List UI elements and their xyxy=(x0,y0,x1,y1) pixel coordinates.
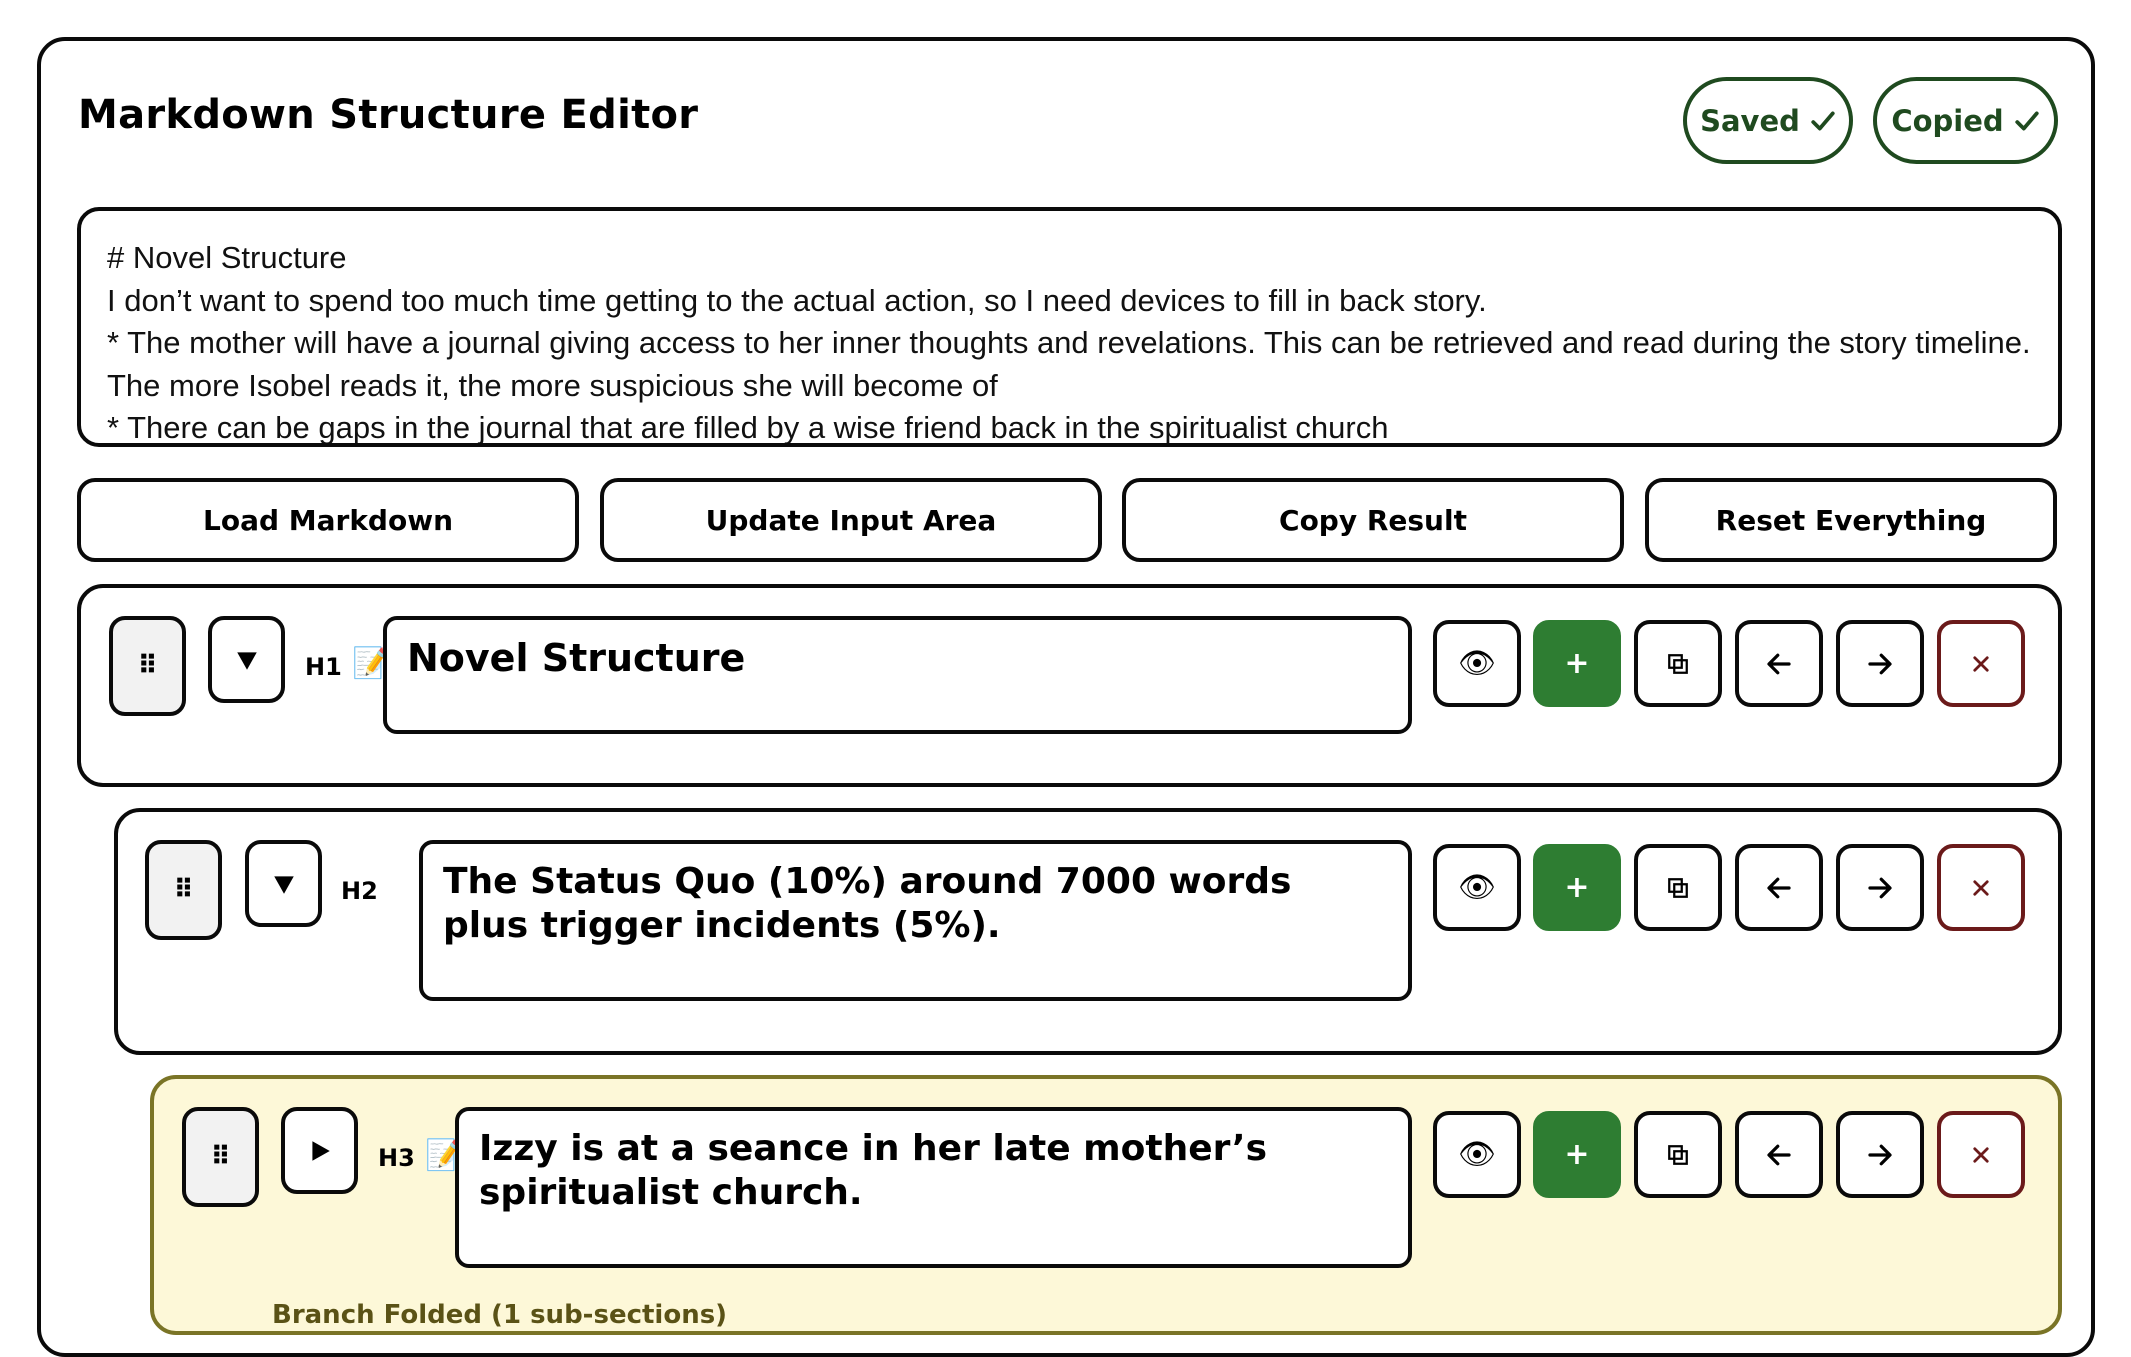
collapse-toggle[interactable] xyxy=(208,616,285,703)
load-markdown-button[interactable]: Load Markdown xyxy=(77,478,579,562)
indent-button[interactable] xyxy=(1836,844,1924,931)
plus-icon: + xyxy=(1564,646,1590,681)
check-icon xyxy=(1811,111,1835,130)
reset-everything-button[interactable]: Reset Everything xyxy=(1645,478,2057,562)
arrow-right-icon xyxy=(1868,1144,1892,1165)
outdent-button[interactable] xyxy=(1735,1111,1823,1198)
duplicate-icon xyxy=(1668,653,1688,674)
duplicate-button[interactable] xyxy=(1634,620,1722,707)
delete-button[interactable] xyxy=(1937,620,2025,707)
copied-label: Copied xyxy=(1891,103,2004,138)
preview-button[interactable]: 👁 xyxy=(1433,620,1521,707)
duplicate-icon xyxy=(1668,1144,1688,1165)
indent-button[interactable] xyxy=(1836,1111,1924,1198)
add-section-button[interactable]: + xyxy=(1533,1111,1621,1198)
saved-label: Saved xyxy=(1700,103,1800,138)
saved-badge: Saved xyxy=(1683,77,1853,164)
close-icon xyxy=(1973,879,1989,896)
markdown-input[interactable]: # Novel Structure I don’t want to spend t… xyxy=(77,207,2062,447)
input-line: # Novel Structure xyxy=(107,240,347,275)
add-section-button[interactable]: + xyxy=(1533,620,1621,707)
input-line: * There can be gaps in the journal that … xyxy=(107,410,1389,445)
input-line: * The mother will have a journal giving … xyxy=(107,325,2039,403)
add-section-button[interactable]: + xyxy=(1533,844,1621,931)
drag-handle-icon[interactable]: ⠿ xyxy=(145,840,222,940)
arrow-left-icon xyxy=(1767,877,1791,898)
indent-button[interactable] xyxy=(1836,620,1924,707)
close-icon xyxy=(1973,1146,1989,1163)
drag-handle-icon[interactable]: ⠿ xyxy=(182,1107,259,1207)
delete-button[interactable] xyxy=(1937,844,2025,931)
heading-level: H3 xyxy=(378,1144,415,1172)
triangle-right-icon xyxy=(311,1140,330,1161)
heading-input[interactable]: Izzy is at a seance in her late mother’s… xyxy=(455,1107,1412,1268)
heading-level: H1 xyxy=(305,653,342,681)
arrow-right-icon xyxy=(1868,653,1892,674)
arrow-left-icon xyxy=(1767,1144,1791,1165)
eye-icon: 👁 xyxy=(1457,1137,1497,1172)
plus-icon: + xyxy=(1564,1137,1590,1172)
outdent-button[interactable] xyxy=(1735,844,1823,931)
heading-input[interactable]: Novel Structure xyxy=(383,616,1412,734)
arrow-right-icon xyxy=(1868,877,1892,898)
input-line: I don’t want to spend too much time gett… xyxy=(107,282,1487,318)
expand-toggle[interactable] xyxy=(281,1107,358,1194)
copied-badge: Copied xyxy=(1873,77,2058,164)
folded-indicator: Branch Folded (1 sub-sections) xyxy=(272,1300,728,1330)
eye-icon: 👁 xyxy=(1457,870,1497,905)
duplicate-button[interactable] xyxy=(1634,1111,1722,1198)
page-title: Markdown Structure Editor xyxy=(78,92,699,138)
triangle-down-icon xyxy=(236,651,257,670)
arrow-left-icon xyxy=(1767,653,1791,674)
heading-level: H2 xyxy=(341,877,378,905)
delete-button[interactable] xyxy=(1937,1111,2025,1198)
outdent-button[interactable] xyxy=(1735,620,1823,707)
close-icon xyxy=(1973,655,1989,672)
drag-handle-icon[interactable]: ⠿ xyxy=(109,616,186,716)
copy-result-button[interactable]: Copy Result xyxy=(1122,478,1624,562)
preview-button[interactable]: 👁 xyxy=(1433,844,1521,931)
heading-input[interactable]: The Status Quo (10%) around 7000 words p… xyxy=(419,840,1412,1001)
triangle-down-icon xyxy=(273,875,294,894)
eye-icon: 👁 xyxy=(1457,646,1497,681)
check-icon xyxy=(2015,111,2039,130)
duplicate-icon xyxy=(1668,877,1688,898)
plus-icon: + xyxy=(1564,870,1590,905)
preview-button[interactable]: 👁 xyxy=(1433,1111,1521,1198)
update-input-button[interactable]: Update Input Area xyxy=(600,478,1102,562)
duplicate-button[interactable] xyxy=(1634,844,1722,931)
collapse-toggle[interactable] xyxy=(245,840,322,927)
